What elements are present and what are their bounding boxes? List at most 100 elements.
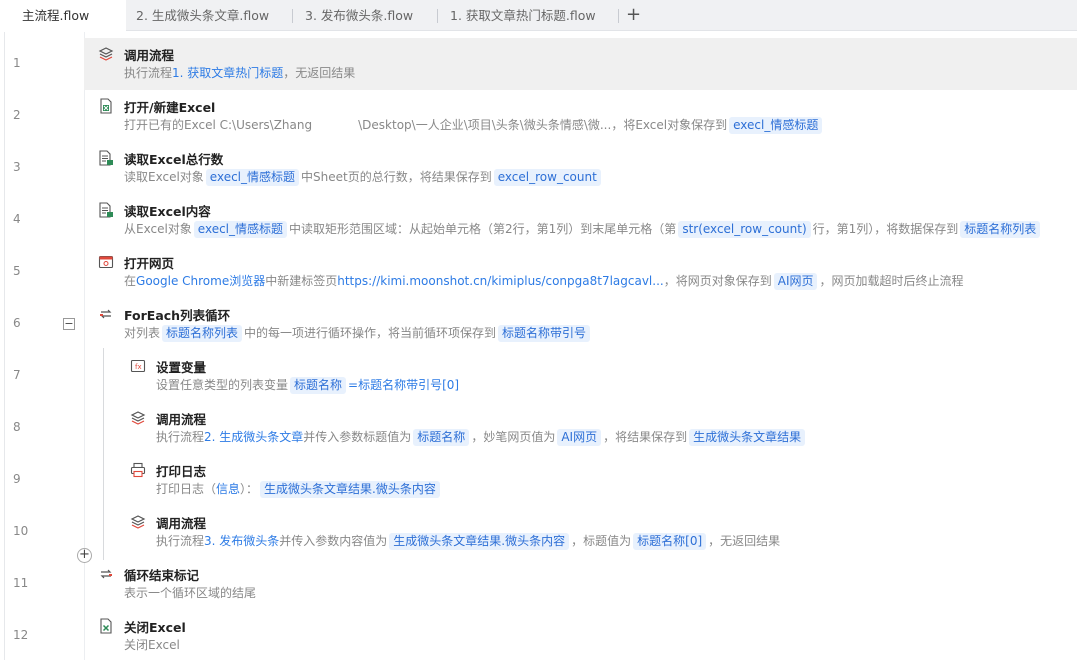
step-text: 执行流程 — [156, 430, 205, 444]
step-text: ，将网页对象保存到 — [663, 274, 772, 288]
step-link[interactable]: =标题名称带引号[0] — [348, 378, 459, 392]
line-number: 12 — [13, 628, 29, 642]
set-variable-icon: fx — [130, 358, 146, 374]
step-description: 在Google Chrome浏览器中新建标签页https://kimi.moon… — [124, 272, 964, 290]
step-title: 调用流程 — [156, 412, 207, 427]
step-text: ，标题值为 — [571, 534, 632, 548]
print-log-icon — [130, 462, 146, 478]
step-text: 行，第1列），将数据保存到 — [812, 222, 959, 236]
line-number: 8 — [13, 420, 21, 434]
step-description: 关闭Excel — [124, 636, 180, 653]
line-number: 5 — [13, 264, 21, 278]
step-link[interactable]: 信息 — [216, 482, 240, 496]
step-title: 打开/新建Excel — [124, 100, 216, 115]
tab-fetch-titles-flow[interactable]: 1. 获取文章热门标题.flow — [450, 0, 596, 31]
step-text: \Desktop\一人企业\项目\头条\微头条情感\微... — [358, 118, 612, 132]
variable-chip[interactable]: 标题名称 — [290, 377, 347, 394]
step-description: 打开已有的Excel C:\Users\Zhang \Desktop\一人企业\项… — [124, 116, 824, 134]
line-number: 11 — [13, 576, 29, 590]
variable-chip[interactable]: 生成微头条文章结果.微头条内容 — [260, 481, 440, 498]
variable-chip[interactable]: execl_情感标题 — [193, 221, 288, 238]
variable-chip[interactable]: 标题名称[0] — [633, 533, 707, 550]
step-text: 读取Excel对象 — [124, 170, 204, 184]
tab-publish-flow[interactable]: 3. 发布微头条.flow — [305, 0, 413, 31]
step-text: 中Sheet页的总行数，将结果保存到 — [301, 170, 492, 184]
loop-end-icon — [98, 566, 114, 582]
step-text: 执行流程 — [124, 66, 173, 80]
variable-chip[interactable]: 标题名称列表 — [162, 325, 243, 342]
variable-chip[interactable]: AI网页 — [773, 273, 818, 290]
line-number: 6 — [13, 316, 21, 330]
step-text: ，将结果保存到 — [603, 430, 688, 444]
step-text: 并传入参数标题值为 — [303, 430, 412, 444]
excel-read-icon — [98, 150, 114, 166]
step-link[interactable]: 1. 获取文章热门标题 — [172, 66, 283, 80]
loop-icon — [98, 306, 114, 322]
step-title: 打开网页 — [124, 256, 175, 271]
step-link[interactable]: 2. 生成微头条文章 — [204, 430, 303, 444]
excel-close-icon — [98, 618, 114, 634]
line-number: 10 — [13, 524, 29, 538]
step-text: ，妙笔网页值为 — [471, 430, 556, 444]
step-text: 中新建标签页 — [265, 274, 338, 288]
loop-guide-line — [103, 348, 104, 560]
excel-open-icon — [98, 98, 114, 114]
step-text: 中读取矩形范围区域：从起始单元格（第2行，第1列）到末尾单元格（第 — [289, 222, 677, 236]
line-number: 9 — [13, 472, 21, 486]
step-link[interactable]: 3. 发布微头条 — [204, 534, 279, 548]
line-number: 4 — [13, 212, 21, 226]
variable-chip[interactable]: 生成微头条文章结果.微头条内容 — [389, 533, 570, 550]
step-title: 读取Excel内容 — [124, 204, 211, 219]
variable-chip[interactable]: 标题名称 — [413, 429, 470, 446]
excel-content-icon — [98, 202, 114, 218]
step-description: 从Excel对象 execl_情感标题 中读取矩形范围区域：从起始单元格（第2行，第… — [124, 220, 1042, 238]
step-text: 打开已有的Excel C:\Users\Zhang — [124, 118, 313, 132]
variable-chip[interactable]: 标题名称列表 — [960, 221, 1041, 238]
step-title: 关闭Excel — [124, 620, 186, 635]
line-number: 2 — [13, 108, 21, 122]
add-tab-button[interactable]: + — [626, 4, 641, 26]
tab-main-flow[interactable]: 主流程.flow — [0, 0, 126, 32]
step-text: 执行流程 — [156, 534, 205, 548]
step-text: 对列表 — [124, 326, 161, 340]
tab-separator — [437, 9, 438, 23]
step-description: 执行流程2. 生成微头条文章并传入参数标题值为 标题名称 ，妙笔网页值为 AI网页 ，将… — [156, 428, 807, 446]
browser-icon — [98, 254, 114, 270]
tab-bar: 主流程.flow 2. 生成微头条文章.flow 3. 发布微头条.flow 1… — [0, 0, 1077, 32]
step-text: 在 — [124, 274, 137, 288]
step-title: 打印日志 — [156, 464, 207, 479]
call-flow-icon — [130, 514, 146, 530]
step-title: ForEach列表循环 — [124, 308, 231, 323]
step-text: 设置任意类型的列表变量 — [156, 378, 289, 392]
step-description: 打印日志（信息）： 生成微头条文章结果.微头条内容 — [156, 480, 442, 498]
step-text: ，无返回结果 — [708, 534, 781, 548]
step-description: 执行流程3. 发布微头条并传入参数内容值为 生成微头条文章结果.微头条内容 ，标题值… — [156, 532, 780, 550]
svg-text:fx: fx — [135, 363, 142, 371]
variable-chip[interactable]: str(excel_row_count) — [678, 221, 811, 238]
line-number: 3 — [13, 160, 21, 174]
collapse-loop-button[interactable]: − — [63, 318, 75, 330]
tab-separator — [618, 9, 619, 23]
step-title: 循环结束标记 — [124, 568, 200, 583]
step-title: 调用流程 — [156, 516, 207, 531]
step-text: 并传入参数内容值为 — [279, 534, 388, 548]
step-text: 表示一个循环区域的结尾 — [124, 586, 257, 600]
variable-chip[interactable]: AI网页 — [557, 429, 602, 446]
step-description: 执行流程1. 获取文章热门标题，无返回结果 — [124, 64, 355, 81]
variable-chip[interactable]: 生成微头条文章结果 — [689, 429, 806, 446]
call-flow-icon — [98, 46, 114, 62]
variable-chip[interactable]: execl_情感标题 — [205, 169, 300, 186]
step-link[interactable]: Google Chrome浏览器 — [136, 274, 265, 288]
step-link[interactable]: https://kimi.moonshot.cn/kimiplus/conpga… — [337, 274, 663, 288]
variable-chip[interactable]: 标题名称带引号 — [498, 325, 591, 342]
step-description: 读取Excel对象 execl_情感标题 中Sheet页的总行数，将结果保存到 exc… — [124, 168, 603, 186]
add-step-button[interactable]: + — [77, 548, 92, 563]
variable-chip[interactable]: excel_row_count — [493, 169, 601, 186]
step-text: 中的每一项进行循环操作，将当前循环项保存到 — [244, 326, 497, 340]
variable-chip[interactable]: execl_情感标题 — [729, 117, 823, 134]
step-text: ，将Excel对象保存到 — [611, 118, 728, 132]
tab-generate-article-flow[interactable]: 2. 生成微头条文章.flow — [136, 0, 269, 31]
tab-separator — [292, 9, 293, 23]
step-text: 打印日志（ — [156, 482, 217, 496]
step-description: 表示一个循环区域的结尾 — [124, 584, 256, 601]
